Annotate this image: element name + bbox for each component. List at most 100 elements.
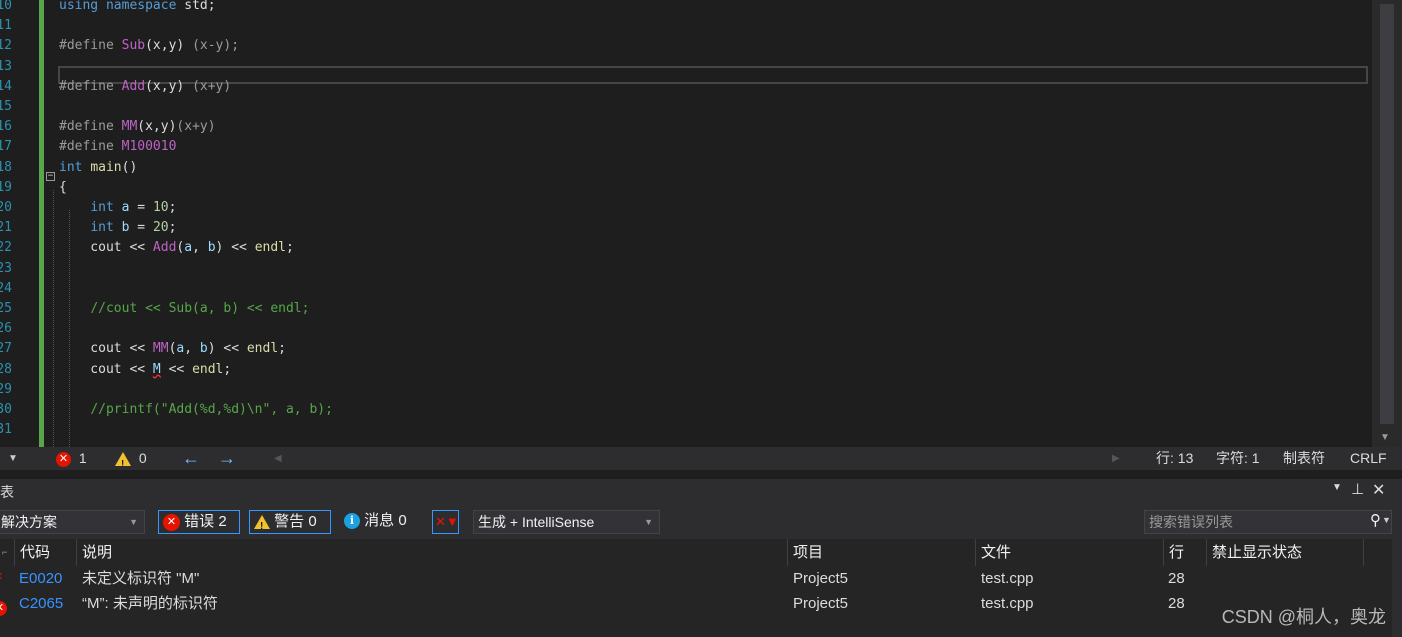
line-ending[interactable]: CRLF [1350,447,1387,470]
code-token: M [152,361,161,377]
table-row[interactable]: ✕ E0020 未定义标识符 "M" Project5 test.cpp 28 [0,566,1392,591]
build-filter-dropdown[interactable]: 生成 + IntelliSense ▼ [473,510,660,534]
messages-filter-button[interactable]: i 消息 0 [340,510,422,534]
line-number: 21 [0,220,12,236]
code-editor[interactable]: 10 11 12 13 14 15 16 17 18 19 20 21 22 23 24 25 26 27 28 29… [0,0,1402,447]
table-row[interactable]: ✕ C2065 “M”: 未声明的标识符 Project5 test.cpp 2… [0,591,1392,616]
error-list-table: ⌐ 代码 说明 项目 文件 行 禁止显示状态 ✕ E0020 未定义标识符 "M… [0,539,1392,637]
error-code-link[interactable]: E0020 [19,566,62,591]
line-number: 14 [0,78,12,94]
filter-funnel-icon: ✕▼ [435,514,459,529]
navigate-forward-icon[interactable]: → [218,447,236,470]
line-number: 30 [0,402,12,417]
chevron-down-icon: ▼ [129,517,138,527]
error-count-indicator[interactable]: ✕ 1 [56,447,87,470]
column-header-project[interactable]: 项目 [788,539,976,566]
scope-dropdown[interactable]: 解决方案 ▼ [0,510,145,534]
code-token: int [90,200,114,215]
code-line[interactable]: { [59,178,67,198]
code-line[interactable]: //printf("Add(%d,%d)\n", a, b); [59,400,333,420]
scope-value: 解决方案 [1,514,57,530]
code-token: //printf("Add(%d,%d)\n", a, b); [90,402,333,417]
navigate-back-icon[interactable]: ← [182,447,200,470]
info-icon: i [344,513,360,530]
error-description: 未定义标识符 "M" [82,570,200,587]
errors-filter-label: 错误 2 [184,513,227,530]
errors-filter-button[interactable]: ✕ 错误 2 [158,510,240,534]
code-token: (x,y) [145,78,193,94]
code-token: ) << [207,341,247,357]
editor-vertical-scrollbar[interactable]: ▼ [1372,0,1402,447]
pin-icon[interactable]: ⊥ [1351,480,1364,498]
warnings-filter-button[interactable]: ! 警告 0 [249,510,331,534]
column-header-code[interactable]: 代码 [15,539,77,566]
code-token: namespace [105,0,177,13]
line-number: 10 [0,0,12,13]
code-token: int [90,220,114,236]
column-header-file[interactable]: 文件 [976,539,1164,566]
code-line[interactable]: //cout << Sub(a, b) << endl; [59,299,309,319]
scrollbar-thumb[interactable] [1380,4,1394,424]
window-menu-icon[interactable]: ▼ [1332,482,1342,493]
hscroll-left-icon[interactable]: ◀ [274,447,282,470]
code-line[interactable]: cout << MM(a, b) << endl; [59,339,286,359]
code-token: cout << [59,361,153,377]
line-number: 22 [0,240,12,256]
search-error-list-input[interactable]: 搜索错误列表 ⚲ [1144,510,1392,534]
code-token: 20 [152,220,169,236]
code-token: , [192,240,208,256]
error-list-scrollbar[interactable] [1392,539,1402,637]
line-number: 24 [0,280,12,296]
hscroll-right-icon[interactable]: ▶ [1112,447,1120,470]
line-position[interactable]: 行: 13 [1156,447,1193,470]
code-token: ; [278,341,286,357]
editor-status-bar: ▼ ✕ 1 ! 0 ← → ◀ ▶ 行: 13 字符: 1 制表符 CRLF [0,447,1402,470]
code-line[interactable]: int b = 20; [59,218,176,238]
code-line[interactable]: #define MM(x,y)(x+y) [59,117,216,137]
code-token: MM [152,341,169,357]
close-icon[interactable]: ✕ [1372,480,1385,500]
code-token: << [160,361,193,377]
column-header-suppression[interactable]: 禁止显示状态 [1207,539,1364,566]
error-description: “M”: 未声明的标识符 [82,595,218,612]
code-line[interactable]: cout << M << endl; [59,360,231,380]
column-header-icon[interactable]: ⌐ [0,539,15,566]
column-header-line[interactable]: 行 [1164,539,1207,566]
error-icon: ✕ [56,451,71,467]
char-position[interactable]: 字符: 1 [1216,447,1260,470]
code-area[interactable]: using namespace std; #define Sub(x,y) (x-… [44,0,1370,447]
line-number: 27 [0,341,12,357]
indent-mode[interactable]: 制表符 [1283,447,1325,470]
code-line[interactable]: cout << Add(a, b) << endl; [59,238,294,258]
code-token: , [184,341,200,357]
code-token: #define [59,38,122,54]
indent-guide [53,190,54,447]
code-line[interactable]: #define Sub(x,y) (x-y); [59,36,239,56]
error-file: test.cpp [981,595,1034,612]
current-line-highlight [58,66,1368,84]
search-options-caret-icon[interactable]: ▼ [1382,515,1391,525]
code-token: (x,y) [137,119,177,135]
error-code-link[interactable]: C2065 [19,591,63,616]
code-token: = [129,220,153,236]
code-line[interactable]: #define Add(x,y) (x+y) [59,77,231,97]
code-line[interactable]: #define M100010 [59,137,176,157]
warning-count-indicator[interactable]: ! 0 [115,447,147,470]
code-token: (x+y) [176,119,216,135]
code-line[interactable]: using namespace std; [59,0,216,16]
search-icon[interactable]: ⚲ [1370,510,1381,532]
filter-button[interactable]: ✕▼ [432,510,459,534]
code-token: ; [168,220,177,236]
column-header-description[interactable]: 说明 [77,539,788,566]
scroll-down-arrow-icon[interactable]: ▼ [1380,432,1390,443]
dropdown-caret-icon[interactable]: ▼ [8,447,18,470]
line-number: 12 [0,38,12,54]
code-line[interactable]: int a = 10; [59,198,176,218]
code-token: b [199,341,208,357]
code-line[interactable]: int main() [59,158,137,178]
code-token: { [59,179,67,195]
code-token: ; [286,240,294,256]
line-number-gutter: 10 11 12 13 14 15 16 17 18 19 20 21 22 23 24 25 26 27 28 29… [0,0,14,447]
